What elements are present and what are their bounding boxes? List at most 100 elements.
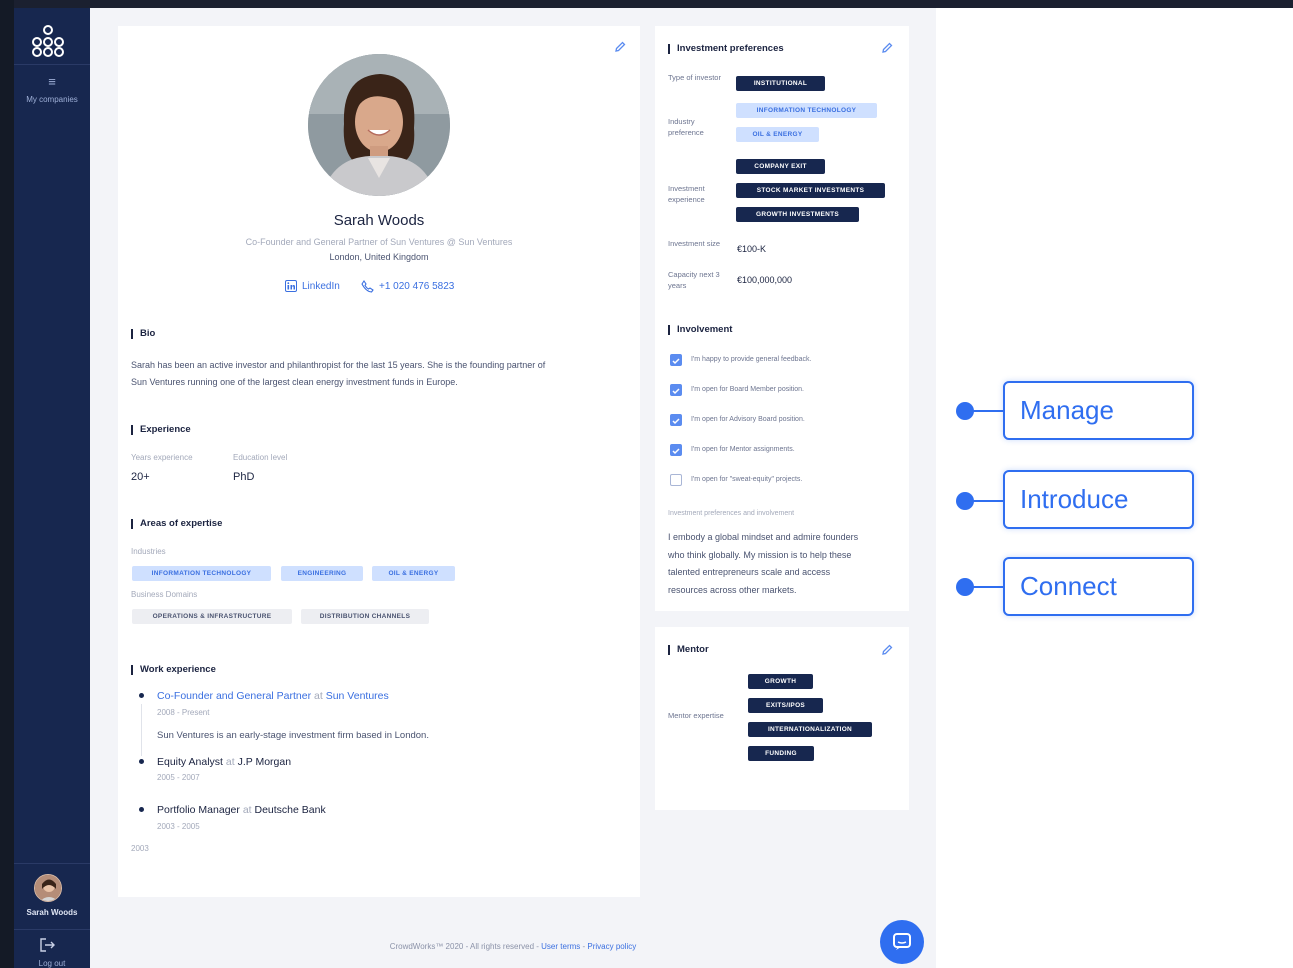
type-of-investor-label: Type of investor	[668, 73, 721, 82]
timeline-start-year: 2003	[131, 844, 149, 853]
prefs-line: who think globally. My mission is to hel…	[668, 549, 852, 560]
timeline-dot	[139, 807, 144, 812]
edit-profile-icon[interactable]	[614, 41, 626, 53]
work-at: at	[225, 756, 235, 768]
investor-type-tag: INSTITUTIONAL	[736, 76, 825, 91]
involvement-checkbox[interactable]	[670, 384, 682, 396]
involvement-checkbox[interactable]	[670, 444, 682, 456]
experience-heading: Experience	[131, 424, 191, 435]
work-item-title[interactable]: Equity Analyst at J.P Morgan	[157, 756, 291, 768]
business-domains-label: Business Domains	[131, 590, 198, 599]
work-at: at	[314, 690, 323, 702]
work-item-title[interactable]: Portfolio Manager at Deutsche Bank	[157, 804, 326, 816]
phone-icon	[361, 280, 374, 293]
edit-mentor-icon[interactable]	[881, 644, 893, 656]
industry-preference-tag: INFORMATION TECHNOLOGY	[736, 103, 877, 118]
prefs-involvement-text: I embody a global mindset and admire fou…	[668, 529, 902, 599]
timeline-dot	[139, 759, 144, 764]
domain-tag: DISTRIBUTION CHANNELS	[301, 609, 429, 624]
work-item-title[interactable]: Co-Founder and General Partner at Sun Ve…	[157, 690, 389, 702]
prefs-line: I embody a global mindset and admire fou…	[668, 532, 859, 542]
expertise-heading: Areas of expertise	[131, 518, 222, 529]
experience-tag: STOCK MARKET INVESTMENTS	[736, 183, 885, 198]
left-edge	[0, 0, 14, 968]
involvement-option[interactable]: I'm open for "sweat-equity" projects.	[691, 476, 802, 483]
manage-label: Manage	[1003, 381, 1194, 440]
work-company: Deutsche Bank	[254, 804, 326, 816]
profile-name: Sarah Woods	[333, 212, 425, 229]
avatar[interactable]	[34, 874, 62, 902]
timeline-line	[141, 704, 142, 756]
annotation-connector	[970, 586, 1004, 588]
profile-role: Co-Founder and General Partner of Sun Ve…	[245, 237, 513, 247]
experience-tag: COMPANY EXIT	[736, 159, 825, 174]
mentor-heading: Mentor	[668, 644, 709, 655]
work-company: Sun Ventures	[325, 690, 389, 702]
sidebar-divider	[14, 64, 90, 65]
capacity-label: Capacity next 3 years	[668, 270, 720, 290]
linkedin-icon	[285, 280, 297, 292]
sidebar-divider	[14, 863, 90, 864]
sidebar-user-name[interactable]: Sarah Woods	[14, 908, 90, 917]
involvement-checkbox[interactable]	[670, 354, 682, 366]
work-at: at	[242, 804, 252, 816]
prefs-involvement-label: Investment preferences and involvement	[668, 510, 795, 517]
check-icon	[672, 448, 680, 455]
involvement-checkbox[interactable]	[670, 414, 682, 426]
involvement-option[interactable]: I'm happy to provide general feedback.	[691, 356, 811, 363]
footer: CrowdWorks™ 2020 - All rights reserved -…	[90, 942, 936, 951]
education-level-value: PhD	[233, 471, 255, 483]
mentor-tag: EXITS/IPOS	[748, 698, 823, 713]
work-description: Sun Ventures is an early-stage investmen…	[157, 730, 429, 741]
chat-button[interactable]	[880, 920, 924, 964]
bio-line: Sarah has been an active investor and ph…	[131, 360, 546, 370]
education-level-label: Education level	[233, 453, 288, 462]
work-role: Portfolio Manager	[157, 804, 240, 816]
prefs-line: talented entrepreneurs scale and access	[668, 567, 831, 577]
sidebar-divider	[14, 929, 90, 930]
check-icon	[672, 418, 680, 425]
introduce-label: Introduce	[1003, 470, 1194, 529]
mentor-expertise-label: Mentor expertise	[668, 711, 724, 720]
phone-link[interactable]: +1 020 476 5823	[361, 280, 454, 293]
industry-preference-tag: OIL & ENERGY	[736, 127, 819, 142]
linkedin-label[interactable]: LinkedIn	[302, 281, 340, 292]
linkedin-link[interactable]: LinkedIn	[285, 280, 340, 292]
timeline-dot	[139, 693, 144, 698]
work-company: J.P Morgan	[237, 756, 292, 768]
logout-icon[interactable]	[40, 938, 56, 952]
involvement-option[interactable]: I'm open for Mentor assignments.	[691, 446, 795, 453]
check-icon	[672, 388, 680, 395]
investment-size-label: Investment size	[668, 239, 721, 248]
companies-menu-icon[interactable]: ≡	[42, 74, 62, 89]
bio-heading: Bio	[131, 328, 155, 339]
top-strip	[0, 0, 1293, 8]
work-dates: 2005 - 2007	[157, 773, 200, 782]
years-experience-value: 20+	[131, 471, 150, 483]
work-experience-heading: Work experience	[131, 664, 216, 675]
industry-tag: INFORMATION TECHNOLOGY	[132, 566, 271, 581]
crowd-logo-icon[interactable]	[24, 16, 72, 64]
work-dates: 2003 - 2005	[157, 822, 200, 831]
involvement-checkbox[interactable]	[670, 474, 682, 486]
edit-investment-icon[interactable]	[881, 42, 893, 54]
industries-label: Industries	[131, 547, 166, 556]
user-terms-link[interactable]: User terms	[541, 942, 580, 951]
sidebar-item-my-companies[interactable]: My companies	[14, 95, 90, 104]
logout-button[interactable]: Log out	[14, 959, 90, 968]
annotation-connector	[970, 500, 1004, 502]
capacity-value: €100,000,000	[737, 275, 793, 285]
involvement-option[interactable]: I'm open for Advisory Board position.	[691, 416, 805, 423]
profile-location: London, United Kingdom	[329, 252, 429, 262]
sidebar: ≡ My companies Sarah Woods Log out	[14, 8, 90, 968]
phone-number[interactable]: +1 020 476 5823	[379, 281, 454, 292]
mentor-tag: FUNDING	[748, 746, 814, 761]
investment-experience-label: Investment experience	[668, 184, 705, 204]
experience-tag: GROWTH INVESTMENTS	[736, 207, 859, 222]
work-role: Equity Analyst	[157, 756, 223, 768]
domain-tag: OPERATIONS & INFRASTRUCTURE	[132, 609, 292, 624]
chat-icon	[893, 933, 911, 950]
privacy-policy-link[interactable]: Privacy policy	[587, 942, 636, 951]
check-icon	[672, 358, 680, 365]
involvement-option[interactable]: I'm open for Board Member position.	[691, 386, 804, 393]
